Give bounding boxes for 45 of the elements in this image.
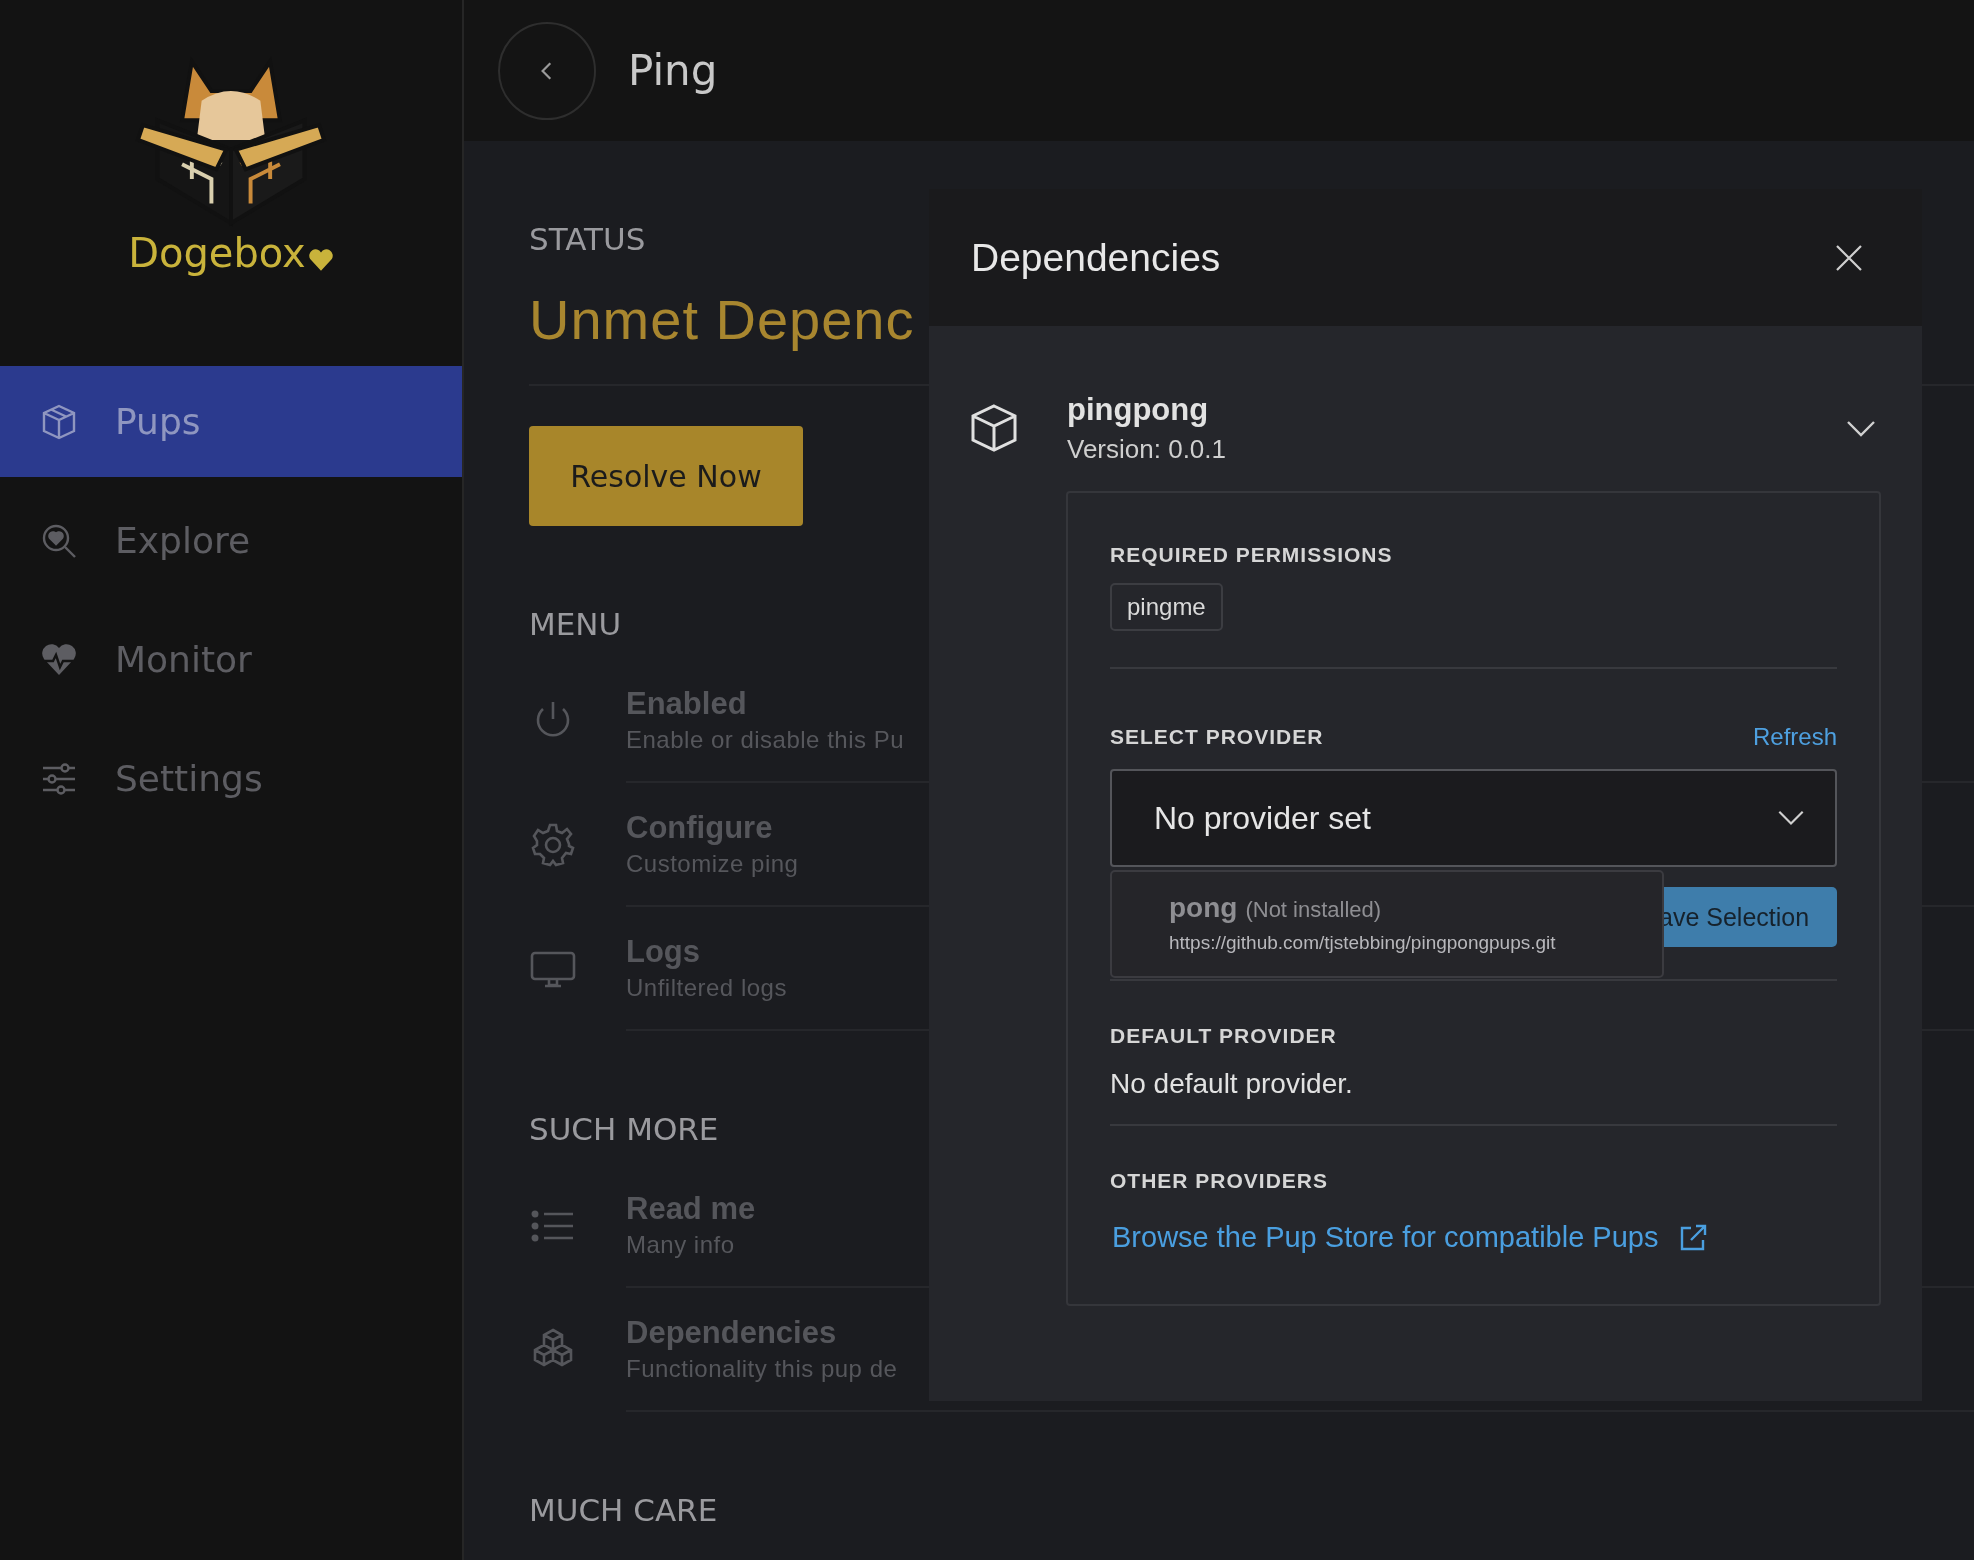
- menu-item-subtitle: Customize ping: [626, 850, 799, 878]
- section-heading: STATUS: [529, 221, 646, 257]
- section-label: REQUIRED PERMISSIONS: [1110, 543, 1394, 567]
- provider-select[interactable]: No provider set: [1110, 769, 1837, 867]
- store-link[interactable]: Browse the Pup Store for compatible Pups: [1112, 1221, 1659, 1254]
- option-note: (Not installed): [1245, 897, 1382, 923]
- section-heading: MENU: [529, 605, 622, 644]
- menu-item-title[interactable]: Logs: [626, 934, 701, 970]
- refresh-link[interactable]: Refresh: [1752, 723, 1837, 751]
- chevron-icon[interactable]: [1846, 418, 1876, 438]
- nav-item[interactable]: Settings: [0, 723, 462, 834]
- menu-item-subtitle: Unfiltered logs: [626, 974, 787, 1002]
- menu-item-subtitle: Many info: [626, 1231, 735, 1259]
- nav-item[interactable]: Explore: [0, 485, 462, 596]
- menu-item-title[interactable]: Dependencies: [626, 1315, 837, 1351]
- dialog-title: Dependencies: [971, 235, 1221, 280]
- nav-item[interactable]: Monitor: [0, 604, 462, 715]
- menu-item-title[interactable]: Enabled: [626, 686, 747, 722]
- heart-icon: [307, 248, 334, 272]
- section-heading: SUCH MORE: [529, 1110, 719, 1149]
- section-label: OTHER PROVIDERS: [1110, 1169, 1330, 1193]
- nav-item[interactable]: Pups: [0, 366, 462, 477]
- gear-icon: [529, 821, 577, 869]
- section-label: SELECT PROVIDER: [1110, 725, 1324, 749]
- box-icon: [969, 403, 1019, 453]
- menu-item-subtitle: Enable or disable this Pu: [626, 726, 904, 754]
- chevron-icon: [1777, 809, 1805, 827]
- section-label: DEFAULT PROVIDER: [1110, 1024, 1338, 1048]
- option-url: https://github.com/tjstebbing/pingpongpups.git: [1169, 932, 1557, 954]
- close-icon[interactable]: [1834, 242, 1864, 273]
- provider-option[interactable]: pong (Not installed) https://github.com/tjstebbing/pingpongpups.git: [1169, 892, 1662, 954]
- status-text: Unmet Depenc: [529, 287, 915, 353]
- permission-tag: pingme: [1110, 583, 1223, 631]
- section-heading: MUCH CARE: [529, 1491, 718, 1530]
- page-title: Ping: [628, 46, 718, 95]
- brand-name: Dogebox: [128, 230, 306, 276]
- external-link-icon[interactable]: [1678, 1222, 1709, 1253]
- resolve-button[interactable]: Resolve Now: [529, 426, 803, 526]
- option-name: pong: [1169, 892, 1238, 924]
- default-provider-text: No default provider.: [1110, 1068, 1354, 1100]
- dependency-name: pingpong: [1067, 391, 1210, 428]
- dependency-version: Version: 0.0.1: [1067, 433, 1227, 465]
- menu-item-title[interactable]: Read me: [626, 1191, 756, 1227]
- menu-item-subtitle: Functionality this pup de: [626, 1355, 898, 1383]
- menu-item-title[interactable]: Configure: [626, 810, 773, 846]
